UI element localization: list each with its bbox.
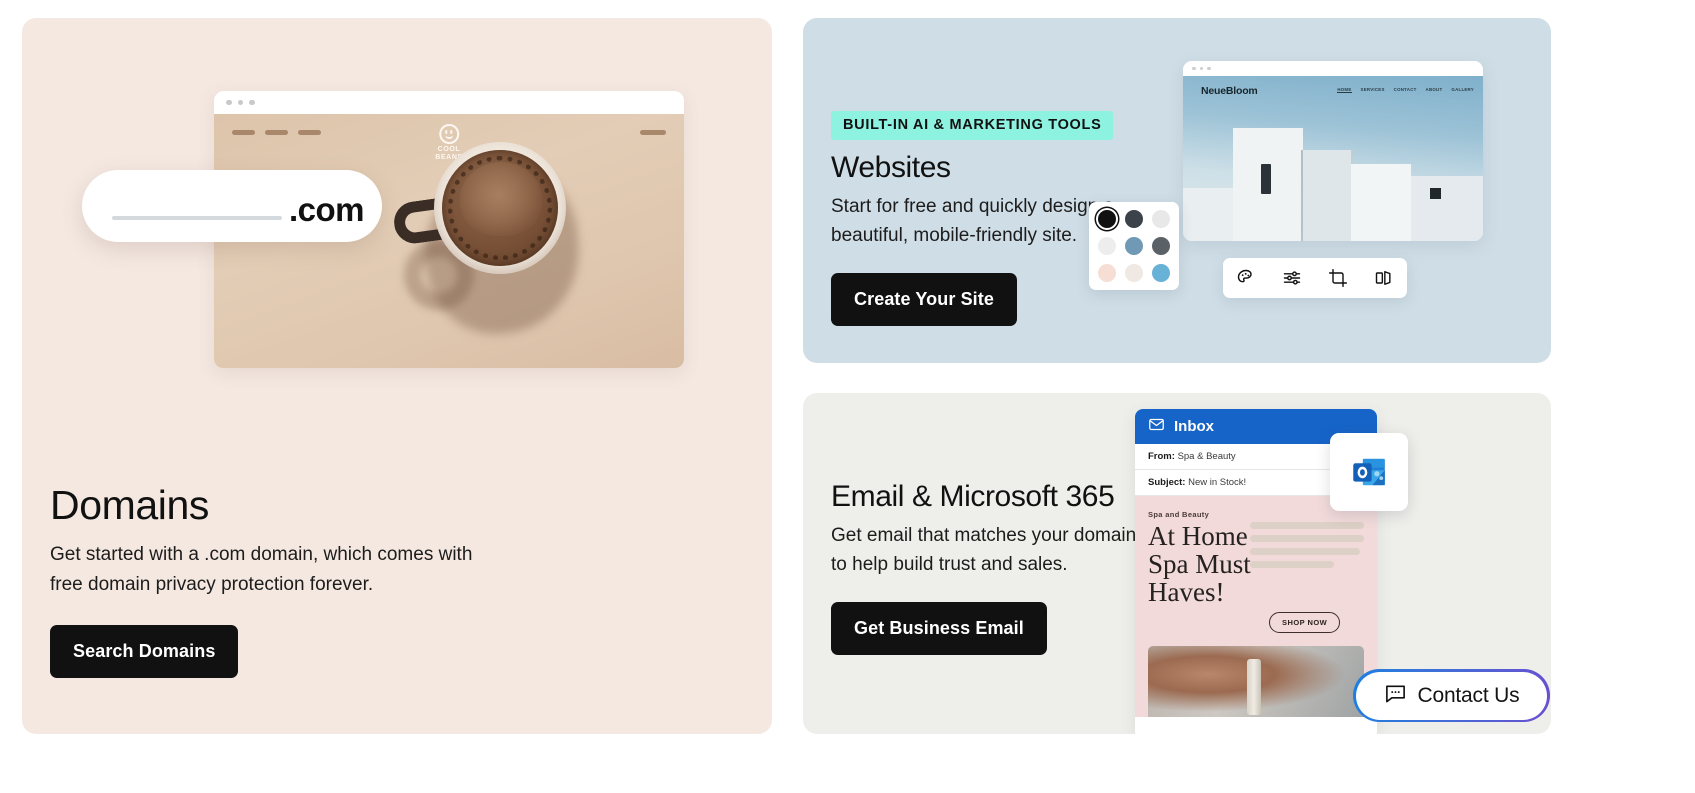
website-builder-preview: NeueBloom HOME SERVICES CONTACT ABOUT GA…: [1183, 61, 1483, 241]
contact-us-button[interactable]: Contact Us: [1353, 669, 1550, 722]
page-root: COOL BEANS .com Domains Get started with…: [0, 0, 1695, 793]
architecture-doorway: [1261, 164, 1271, 194]
browser-dot-2: [237, 99, 243, 106]
site-nav-gallery[interactable]: GALLERY: [1451, 87, 1474, 93]
websites-card-description: Start for free and quickly design a beau…: [831, 196, 1115, 247]
crop-icon[interactable]: [1328, 268, 1348, 288]
mock-nav-dash-1: [232, 130, 255, 135]
pages-icon[interactable]: [1374, 268, 1394, 288]
websites-card-title: Websites: [831, 151, 951, 184]
email-card-title: Email & Microsoft 365: [831, 480, 1115, 513]
palette-icon[interactable]: [1236, 268, 1256, 288]
color-swatch-7[interactable]: [1097, 263, 1116, 282]
domain-input-placeholder-line: [112, 215, 282, 220]
architecture-block-far-right: [1411, 176, 1483, 241]
color-swatch-8[interactable]: [1124, 263, 1143, 282]
get-business-email-button[interactable]: Get Business Email: [831, 601, 1047, 655]
builder-dot-3: [1207, 66, 1211, 71]
email-card-copy: Email & Microsoft 365 Get email that mat…: [831, 480, 1161, 655]
mail-from-value: Spa & Beauty: [1177, 451, 1236, 462]
browser-chrome-bar: [214, 91, 684, 114]
color-swatch-9[interactable]: [1152, 263, 1171, 282]
mail-subject-label: Subject:: [1148, 477, 1186, 488]
site-nav-about[interactable]: ABOUT: [1426, 87, 1443, 93]
mug-latte-art: [460, 162, 542, 236]
mock-nav-dash-right: [640, 130, 666, 135]
architecture-block-mid: [1303, 150, 1351, 241]
color-swatch-3[interactable]: [1152, 210, 1171, 229]
color-swatch-1[interactable]: [1097, 210, 1116, 229]
promo-product-photo: [1148, 646, 1364, 717]
mail-from-label: From:: [1148, 451, 1175, 462]
color-swatch-5[interactable]: [1124, 236, 1143, 255]
promo-placeholder-lines: [1250, 522, 1364, 568]
coffee-mug-illustration: [386, 128, 596, 368]
product-card-domains: COOL BEANS .com Domains Get started with…: [22, 18, 772, 734]
email-card-description: Get email that matches your domain to he…: [831, 525, 1137, 576]
site-nav-services[interactable]: SERVICES: [1361, 87, 1385, 93]
site-nav-home[interactable]: HOME: [1337, 87, 1352, 93]
site-nav-contact[interactable]: CONTACT: [1394, 87, 1417, 93]
promo-product-bottle: [1247, 658, 1262, 715]
create-your-site-button[interactable]: Create Your Site: [831, 272, 1017, 326]
mock-nav-dash-3: [298, 130, 321, 135]
color-swatch-6[interactable]: [1152, 236, 1171, 255]
promo-line-4: [1250, 561, 1334, 568]
sliders-icon[interactable]: [1282, 268, 1302, 288]
product-card-websites: BUILT-IN AI & MARKETING TOOLS Websites S…: [803, 18, 1551, 363]
browser-dot-3: [249, 99, 255, 106]
architecture-block-left: [1183, 188, 1235, 241]
site-nav: HOME SERVICES CONTACT ABOUT GALLERY: [1337, 87, 1474, 93]
promo-line-3: [1250, 548, 1360, 555]
architecture-block-right: [1351, 164, 1411, 241]
builder-chrome-bar: [1183, 61, 1483, 76]
domain-tld-label: .com: [288, 191, 365, 228]
domain-search-field[interactable]: .com: [82, 170, 382, 242]
websites-feature-badge: BUILT-IN AI & MARKETING TOOLS: [831, 111, 1114, 140]
color-swatch-4[interactable]: [1097, 236, 1116, 255]
mock-nav-dashes: [232, 130, 321, 135]
domains-card-copy: Domains Get started with a .com domain, …: [50, 483, 570, 678]
inbox-label: Inbox: [1174, 418, 1214, 435]
site-brand-name: NeueBloom: [1201, 85, 1258, 97]
theme-color-swatch-panel[interactable]: [1089, 202, 1179, 290]
domains-card-title: Domains: [50, 482, 209, 528]
contact-us-label: Contact Us: [1417, 683, 1520, 707]
color-swatch-2[interactable]: [1124, 210, 1143, 229]
mock-nav-dash-2: [265, 130, 288, 135]
browser-dot-1: [226, 99, 232, 106]
builder-dot-1: [1192, 66, 1196, 71]
builder-toolbar: [1223, 258, 1407, 298]
promo-email-body: Spa and Beauty At Home Spa Must Haves! S…: [1135, 496, 1377, 717]
envelope-icon: [1148, 416, 1165, 438]
shop-now-button[interactable]: SHOP NOW: [1269, 612, 1341, 633]
architecture-window: [1430, 188, 1441, 199]
promo-line-1: [1250, 522, 1364, 529]
builder-dot-2: [1199, 66, 1203, 71]
chat-bubble-icon: [1384, 682, 1407, 710]
builder-canvas: NeueBloom HOME SERVICES CONTACT ABOUT GA…: [1183, 76, 1483, 241]
promo-line-2: [1250, 535, 1364, 542]
outlook-icon: [1330, 433, 1408, 511]
search-domains-button[interactable]: Search Domains: [50, 624, 239, 678]
promo-eyebrow: Spa and Beauty: [1148, 510, 1210, 519]
promo-headline-line-3: Haves!: [1148, 577, 1225, 608]
mail-subject-value: New in Stock!: [1188, 477, 1247, 488]
domains-card-description: Get started with a .com domain, which co…: [50, 544, 473, 595]
